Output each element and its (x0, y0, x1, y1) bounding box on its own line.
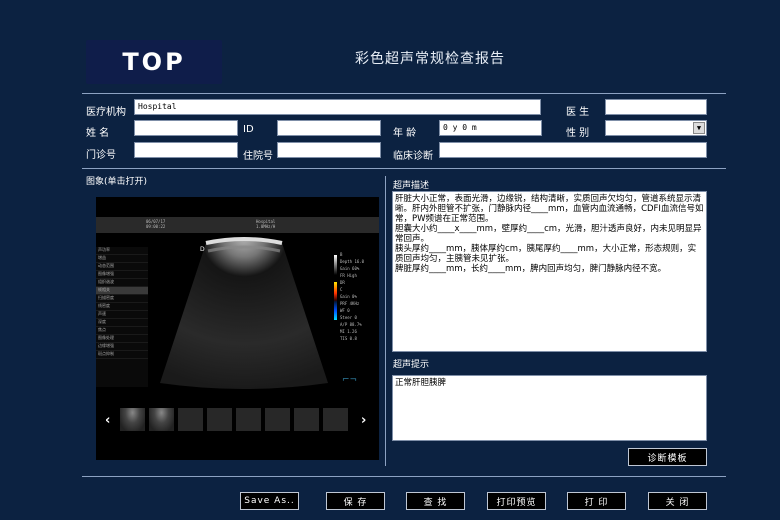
inpatient-field[interactable] (277, 142, 381, 158)
institution-field[interactable]: Hospital (134, 99, 541, 115)
ultrasound-hospital: Hospital 1.0MHz/H (256, 219, 276, 229)
age-field[interactable]: 0 y 0 m (439, 120, 542, 136)
doctor-field[interactable] (605, 99, 707, 115)
id-field[interactable] (277, 120, 381, 136)
ultrasound-readouts: B Depth 16.0 Gain 60% FR High DR C Gain 0% PRF … (330, 252, 378, 362)
hint-label: 超声提示 (393, 360, 430, 370)
thumbnail[interactable] (265, 408, 290, 431)
ultrasound-readout: WF 0 (340, 308, 350, 313)
page-title: 彩色超声常规检查报告 (355, 51, 505, 67)
form-divider (82, 168, 726, 169)
ultrasound-param: 声功率 (96, 247, 148, 255)
ultrasound-readout: MI 1.26 (340, 329, 357, 334)
footer-divider (82, 476, 726, 477)
inpatient-label: 住院号 (243, 151, 273, 162)
ultrasound-readout: Depth 16.0 (340, 259, 365, 264)
ultrasound-param: 图像处理 (96, 335, 148, 343)
ultrasound-param: 组织谐波 (96, 279, 148, 287)
thumbnail-strip: ‹ › (96, 402, 379, 432)
chevron-left-icon[interactable]: ‹ (105, 413, 110, 428)
id-label: ID (243, 124, 254, 135)
outpatient-label: 门诊号 (86, 150, 116, 161)
ultrasound-image[interactable]: 06/07/17 09:00:22 Hospital 1.0MHz/H 声功率增… (96, 197, 379, 460)
ultrasound-readout: Gain 60% (340, 266, 360, 271)
description-label: 超声描述 (393, 181, 430, 191)
ultrasound-params: 声功率 增益 动态范围 图像增强 组织谐波 帧相关 扫描密度 线密度 声速 深度 焦点 图像处理 边缘增… (96, 247, 148, 387)
logo: TOP (86, 40, 222, 84)
find-button[interactable]: 查 找 (406, 492, 465, 510)
sex-label: 性 别 (566, 128, 590, 139)
print-button[interactable]: 打 印 (567, 492, 626, 510)
doctor-label: 医 生 (566, 107, 590, 118)
clinical-diagnosis-field[interactable] (439, 142, 707, 158)
panel-divider (385, 176, 386, 466)
name-field[interactable] (134, 120, 238, 136)
image-panel-label: 图象(单击打开) (86, 177, 148, 187)
ultrasound-readout: Gain 0% (340, 294, 357, 299)
ultrasound-readout: A/P 88.7% (340, 322, 362, 327)
ultrasound-param: 声速 (96, 311, 148, 319)
save-as-button[interactable]: Save As.. (240, 492, 299, 510)
chevron-right-icon[interactable]: › (361, 413, 366, 428)
outpatient-field[interactable] (134, 142, 238, 158)
ultrasound-readout: DR (340, 280, 345, 285)
diagnosis-template-button[interactable]: 诊断模板 (628, 448, 707, 466)
description-textarea[interactable]: 肝脏大小正常，表面光滑，边缘锐，结构清晰，实质回声欠均匀，管道系统显示清晰。肝内… (392, 191, 707, 352)
thumbnail[interactable] (323, 408, 348, 431)
thumbnail[interactable] (149, 408, 174, 431)
chevron-down-icon[interactable]: ▼ (693, 122, 705, 134)
ultrasound-readout: TIS 0.8 (340, 336, 357, 341)
clinical-diagnosis-label: 临床诊断 (393, 151, 433, 162)
probe-icon: ⌐¬ (342, 375, 358, 385)
institution-label: 医疗机构 (86, 107, 126, 118)
save-button[interactable]: 保 存 (326, 492, 385, 510)
close-button[interactable]: 关 闭 (648, 492, 707, 510)
ultrasound-param: 增益 (96, 255, 148, 263)
ultrasound-readout: C (340, 287, 343, 292)
ultrasound-readout: PRF 4KHz (340, 301, 360, 306)
ultrasound-param: 动态范围 (96, 263, 148, 271)
thumbnail[interactable] (120, 408, 145, 431)
ultrasound-sector: D (160, 237, 328, 389)
ultrasound-param: 边缘增强 (96, 343, 148, 351)
ultrasound-readout: FR High (340, 273, 357, 278)
ultrasound-header: 06/07/17 09:00:22 Hospital 1.0MHz/H (96, 217, 379, 233)
header-divider (82, 93, 726, 94)
age-label: 年 龄 (393, 128, 417, 139)
ultrasound-param: 焦点 (96, 327, 148, 335)
ultrasound-param: 深度 (96, 319, 148, 327)
ultrasound-param: 帧相关 (96, 287, 148, 295)
ultrasound-param: 扫描密度 (96, 295, 148, 303)
sex-select[interactable]: ▼ (605, 120, 707, 136)
thumbnail[interactable] (207, 408, 232, 431)
ultrasound-param: 线密度 (96, 303, 148, 311)
ultrasound-param: 斑点抑制 (96, 351, 148, 359)
thumbnail[interactable] (236, 408, 261, 431)
thumbnail[interactable] (178, 408, 203, 431)
ultrasound-datetime: 06/07/17 09:00:22 (146, 219, 166, 229)
ultrasound-param: 图像增强 (96, 271, 148, 279)
svg-text:D: D (200, 246, 205, 253)
ultrasound-readout: Steer 0 (340, 315, 357, 320)
thumbnail[interactable] (294, 408, 319, 431)
name-label: 姓 名 (86, 128, 110, 139)
hint-textarea[interactable]: 正常肝胆胰脾 (392, 375, 707, 441)
logo-text: TOP (122, 48, 186, 76)
print-preview-button[interactable]: 打印预览 (487, 492, 546, 510)
ultrasound-readout: B (340, 252, 343, 257)
